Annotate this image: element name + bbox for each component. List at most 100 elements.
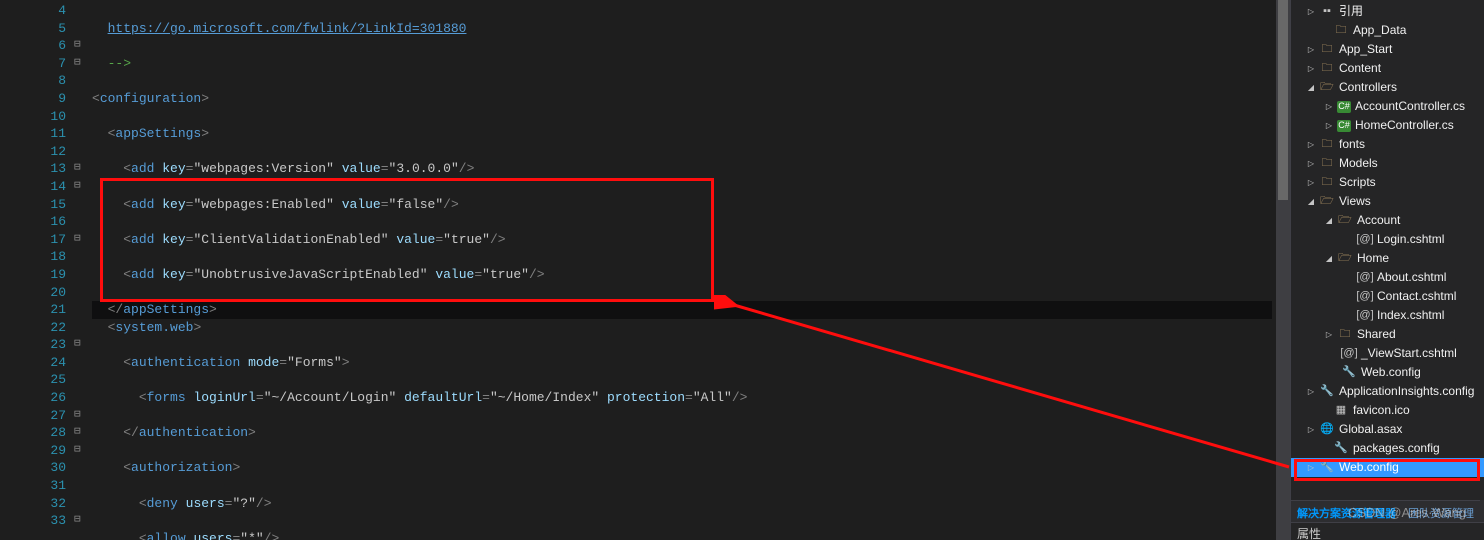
folder-icon: 🗀 xyxy=(1319,42,1335,58)
node-label: ApplicationInsights.config xyxy=(1339,382,1474,401)
tree-node-file[interactable]: [@] About.cshtml xyxy=(1291,268,1484,287)
node-label: Login.cshtml xyxy=(1377,230,1444,249)
tree-node-file[interactable]: ▷ C# HomeController.cs xyxy=(1291,116,1484,135)
scrollbar-thumb[interactable] xyxy=(1278,0,1288,200)
expand-icon[interactable]: ▷ xyxy=(1323,116,1335,135)
tree-node-file[interactable]: [@] Index.cshtml xyxy=(1291,306,1484,325)
folder-open-icon: 🗁 xyxy=(1337,251,1353,267)
tree-node-folder[interactable]: ▷ 🗀 Models xyxy=(1291,154,1484,173)
node-label: Shared xyxy=(1357,325,1396,344)
node-label: App_Data xyxy=(1353,21,1406,40)
tree-node-file[interactable]: 🔧 Web.config xyxy=(1291,363,1484,382)
code-editor[interactable]: 456 789 101112 131415 161718 192021 2223… xyxy=(0,0,1290,540)
expand-icon[interactable]: ▷ xyxy=(1305,40,1317,59)
tree-node-file[interactable]: ▷ 🔧 ApplicationInsights.config xyxy=(1291,382,1484,401)
node-label: Web.config xyxy=(1339,458,1399,477)
collapse-icon[interactable]: ◢ xyxy=(1305,78,1317,97)
node-label: Contact.cshtml xyxy=(1377,287,1456,306)
expand-icon[interactable]: ▷ xyxy=(1305,59,1317,78)
cshtml-icon: [@] xyxy=(1357,232,1373,248)
node-label: fonts xyxy=(1339,135,1365,154)
expand-icon[interactable]: ▷ xyxy=(1323,97,1335,116)
cshtml-icon: [@] xyxy=(1357,270,1373,286)
expand-icon[interactable]: ▷ xyxy=(1305,154,1317,173)
node-label: _ViewStart.cshtml xyxy=(1361,344,1457,363)
vertical-scrollbar[interactable] xyxy=(1276,0,1290,540)
collapse-icon[interactable]: ◢ xyxy=(1323,211,1335,230)
expand-icon[interactable]: ▷ xyxy=(1323,325,1335,344)
node-label: Account xyxy=(1357,211,1400,230)
expand-icon[interactable]: ▷ xyxy=(1305,2,1317,21)
tree-node-folder[interactable]: ◢ 🗁 Controllers xyxy=(1291,78,1484,97)
tree-node-file[interactable]: ▷ C# AccountController.cs xyxy=(1291,97,1484,116)
node-label: Models xyxy=(1339,154,1378,173)
node-label: packages.config xyxy=(1353,439,1440,458)
node-label: Scripts xyxy=(1339,173,1376,192)
node-label: Web.config xyxy=(1361,363,1421,382)
collapse-icon[interactable]: ◢ xyxy=(1305,192,1317,211)
folder-icon: 🗀 xyxy=(1319,137,1335,153)
folder-icon: 🗀 xyxy=(1319,175,1335,191)
line-number-gutter: 456 789 101112 131415 161718 192021 2223… xyxy=(0,0,72,540)
node-label: Home xyxy=(1357,249,1389,268)
node-label: Content xyxy=(1339,59,1381,78)
tree-node-folder[interactable]: ◢ 🗁 Home xyxy=(1291,249,1484,268)
cshtml-icon: [@] xyxy=(1357,289,1373,305)
folder-icon: 🗀 xyxy=(1319,156,1335,172)
node-label: Controllers xyxy=(1339,78,1397,97)
tree-node-file-selected[interactable]: ▷ 🔧 Web.config xyxy=(1291,458,1484,477)
tree-node-folder[interactable]: ▷ 🗀 App_Start xyxy=(1291,40,1484,59)
folder-icon: 🗀 xyxy=(1319,61,1335,77)
expand-icon[interactable]: ▷ xyxy=(1305,420,1317,439)
tree-node-folder[interactable]: ◢ 🗁 Account xyxy=(1291,211,1484,230)
expand-icon[interactable]: ▷ xyxy=(1305,135,1317,154)
csharp-icon: C# xyxy=(1337,120,1351,132)
tree-node-references[interactable]: ▷ ▪▪ 引用 xyxy=(1291,2,1484,21)
tree-node-folder[interactable]: ▷ 🗀 Shared xyxy=(1291,325,1484,344)
node-label: 引用 xyxy=(1339,2,1363,21)
tree-node-folder[interactable]: ▷ 🗀 fonts xyxy=(1291,135,1484,154)
folder-open-icon: 🗁 xyxy=(1319,194,1335,210)
node-label: HomeController.cs xyxy=(1355,116,1454,135)
node-label: About.cshtml xyxy=(1377,268,1446,287)
tree-node-file[interactable]: [@] _ViewStart.cshtml xyxy=(1291,344,1484,363)
folder-icon: 🗀 xyxy=(1333,23,1349,39)
favicon-icon: ▦ xyxy=(1333,403,1349,419)
expand-icon[interactable]: ▷ xyxy=(1305,382,1317,401)
folder-open-icon: 🗁 xyxy=(1337,213,1353,229)
node-label: Views xyxy=(1339,192,1371,211)
fold-gutter[interactable]: ⊟ ⊟ ⊟⊟ ⊟ ⊟ ⊟ ⊟⊟ ⊟ xyxy=(72,0,92,540)
collapse-icon[interactable]: ◢ xyxy=(1323,249,1335,268)
properties-panel-header[interactable]: 属性 xyxy=(1291,522,1484,540)
cshtml-icon: [@] xyxy=(1357,308,1373,324)
config-icon: 🔧 xyxy=(1319,384,1335,400)
global-asax-icon: 🌐 xyxy=(1319,422,1335,438)
node-label: Global.asax xyxy=(1339,420,1402,439)
cshtml-icon: [@] xyxy=(1341,346,1357,362)
tree-node-folder[interactable]: ◢ 🗁 Views xyxy=(1291,192,1484,211)
tree-node-file[interactable]: 🔧 packages.config xyxy=(1291,439,1484,458)
tree-node-folder[interactable]: 🗀 App_Data xyxy=(1291,21,1484,40)
code-area[interactable]: https://go.microsoft.com/fwlink/?LinkId=… xyxy=(92,0,1290,540)
tree-node-file[interactable]: ▦ favicon.ico xyxy=(1291,401,1484,420)
csharp-icon: C# xyxy=(1337,101,1351,113)
tree-node-file[interactable]: [@] Contact.cshtml xyxy=(1291,287,1484,306)
folder-open-icon: 🗁 xyxy=(1319,80,1335,96)
tree-node-folder[interactable]: ▷ 🗀 Scripts xyxy=(1291,173,1484,192)
references-icon: ▪▪ xyxy=(1319,4,1335,20)
solution-explorer[interactable]: ▷ ▪▪ 引用 🗀 App_Data ▷ 🗀 App_Start ▷ 🗀 Con… xyxy=(1290,0,1484,540)
tree-node-file[interactable]: ▷ 🌐 Global.asax xyxy=(1291,420,1484,439)
expand-icon[interactable]: ▷ xyxy=(1305,173,1317,192)
node-label: Index.cshtml xyxy=(1377,306,1444,325)
watermark: CSDN @Ares·Wang xyxy=(1348,505,1466,520)
config-icon: 🔧 xyxy=(1333,441,1349,457)
tree-node-file[interactable]: [@] Login.cshtml xyxy=(1291,230,1484,249)
node-label: AccountController.cs xyxy=(1355,97,1465,116)
config-icon: 🔧 xyxy=(1319,460,1335,476)
folder-icon: 🗀 xyxy=(1337,327,1353,343)
node-label: favicon.ico xyxy=(1353,401,1410,420)
config-icon: 🔧 xyxy=(1341,365,1357,381)
node-label: App_Start xyxy=(1339,40,1392,59)
expand-icon[interactable]: ▷ xyxy=(1305,458,1317,477)
tree-node-folder[interactable]: ▷ 🗀 Content xyxy=(1291,59,1484,78)
